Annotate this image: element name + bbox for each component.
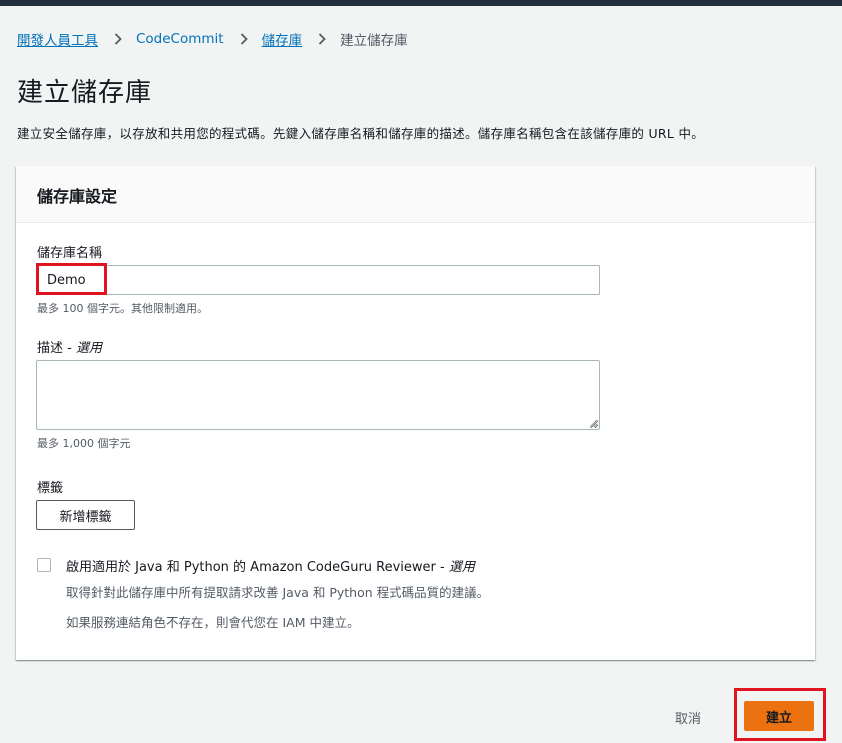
page-title: 建立儲存庫: [17, 78, 153, 108]
add-tag-button[interactable]: 新增標籤: [36, 500, 135, 530]
repository-name-input[interactable]: [36, 265, 600, 295]
tags-label: 標籤: [37, 481, 64, 496]
description-textarea[interactable]: [36, 360, 600, 430]
repository-name-label: 儲存庫名稱: [37, 246, 103, 261]
codeguru-checkbox[interactable]: [37, 558, 51, 572]
page-description: 建立安全儲存庫，以存放和共用您的程式碼。先鍵入儲存庫名稱和儲存庫的描述。儲存庫名…: [17, 126, 705, 141]
description-label: 描述 - 選用: [37, 337, 102, 356]
repository-settings-panel: 儲存庫設定 儲存庫名稱 最多 100 個字元。其他限制適用。 描述 - 選用 最…: [16, 166, 815, 660]
chevron-right-icon: [318, 33, 326, 45]
cancel-button[interactable]: 取消: [660, 704, 716, 730]
breadcrumb-current: 建立儲存庫: [340, 33, 408, 49]
panel-header: 儲存庫設定: [16, 166, 815, 223]
breadcrumb-codecommit[interactable]: CodeCommit: [136, 31, 224, 47]
panel-title: 儲存庫設定: [37, 187, 118, 206]
codeguru-description: 取得針對此儲存庫中所有提取請求改善 Java 和 Python 程式碼品質的建議…: [66, 585, 490, 600]
console-top-bar: [0, 0, 842, 6]
codeguru-iam-note: 如果服務連結角色不存在，則會代您在 IAM 中建立。: [66, 615, 360, 630]
resize-grip-icon[interactable]: [589, 419, 598, 428]
description-optional: 選用: [75, 341, 102, 356]
breadcrumb: 開發人員工具 CodeCommit 儲存庫 建立儲存庫: [17, 29, 408, 49]
create-button[interactable]: 建立: [744, 701, 814, 731]
description-hint: 最多 1,000 個字元: [37, 437, 131, 450]
description-label-text: 描述 -: [37, 341, 76, 356]
chevron-right-icon: [240, 33, 248, 45]
breadcrumb-repositories[interactable]: 儲存庫: [262, 29, 303, 49]
breadcrumb-developer-tools[interactable]: 開發人員工具: [17, 29, 98, 49]
codeguru-label[interactable]: 啟用適用於 Java 和 Python 的 Amazon CodeGuru Re…: [66, 556, 475, 575]
codeguru-label-text: 啟用適用於 Java 和 Python 的 Amazon CodeGuru Re…: [66, 560, 449, 575]
codeguru-optional: 選用: [448, 560, 475, 575]
repository-name-hint: 最多 100 個字元。其他限制適用。: [37, 302, 208, 315]
chevron-right-icon: [114, 33, 122, 45]
